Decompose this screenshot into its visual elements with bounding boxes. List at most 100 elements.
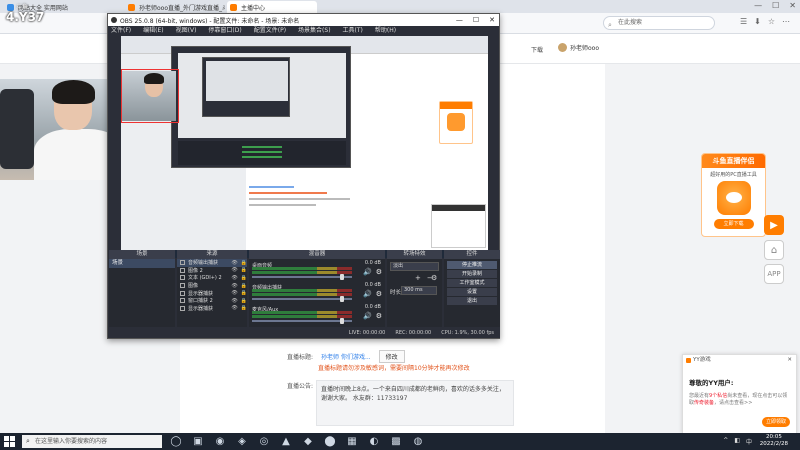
volume-slider-handle[interactable] [340, 296, 344, 302]
eye-icon[interactable]: 👁 [231, 267, 237, 273]
taskbar-app-icon[interactable]: ◈ [236, 436, 248, 447]
close-icon[interactable]: ✕ [787, 355, 792, 366]
taskbar-app-icon[interactable]: ▦ [346, 436, 358, 447]
menu-help[interactable]: 帮助(H) [375, 26, 396, 36]
star-icon[interactable]: ☆ [768, 17, 775, 26]
browser-search-input[interactable]: ⌕ 在此搜索 [603, 16, 715, 30]
maximize-button[interactable]: ☐ [772, 0, 779, 12]
download-link[interactable]: 下载 [531, 45, 543, 54]
close-button[interactable]: ✕ [489, 14, 495, 26]
source-item[interactable]: 图像 👁 🔒 [177, 282, 247, 290]
gear-icon[interactable]: ⚙ [431, 274, 437, 282]
popup-app-name: YY游戏 [693, 357, 711, 363]
menu-docks[interactable]: 停靠窗口(D) [208, 26, 241, 36]
minimize-button[interactable]: — [754, 0, 762, 12]
taskbar-app-icon[interactable]: ▩ [390, 436, 402, 447]
eye-icon[interactable]: 👁 [231, 298, 237, 304]
browser-tab-3[interactable]: 主播中心 [227, 1, 317, 13]
menu-edit[interactable]: 编辑(E) [143, 26, 163, 36]
notice-textarea[interactable]: 直播时间晚上8点。一个来自四川成都的老鲜肉，喜欢的话多多关注，谢谢大家。 水友群… [316, 380, 514, 426]
network-icon[interactable]: ◧ [734, 437, 740, 446]
speaker-icon[interactable]: 🔊 [363, 290, 372, 298]
eye-icon[interactable]: 👁 [231, 290, 237, 296]
lock-icon[interactable]: 🔒 [241, 290, 247, 296]
volume-slider[interactable] [252, 318, 352, 324]
volume-slider-handle[interactable] [340, 318, 344, 324]
mascot-icon [716, 181, 751, 215]
eye-icon[interactable]: 👁 [231, 275, 237, 281]
obs-preview-canvas[interactable] [121, 36, 488, 258]
source-item[interactable]: 音频输出捕获 👁 🔒 [177, 259, 247, 267]
selected-source-outline[interactable] [121, 69, 179, 123]
play-icon[interactable]: ▶ [764, 215, 784, 235]
maximize-button[interactable]: ☐ [473, 14, 479, 26]
stop-streaming-button[interactable]: 停止推流 [447, 261, 497, 269]
lock-icon[interactable]: 🔒 [241, 260, 247, 266]
ad-download-button[interactable]: 立即下载 [713, 219, 754, 229]
taskbar-app-icon[interactable]: ⬤ [324, 436, 336, 447]
source-item[interactable]: 图像 2 👁 🔒 [177, 267, 247, 275]
volume-slider-handle[interactable] [340, 274, 344, 280]
lock-icon[interactable]: 🔒 [241, 275, 247, 281]
taskbar-clock[interactable]: 20:05 2022/2/28 [760, 434, 788, 448]
taskbar-search-input[interactable]: ⌕ 在这里输入你要搜索的内容 [22, 435, 162, 448]
menu-icon[interactable]: ☰ [740, 17, 747, 26]
obs-logo-icon [111, 17, 117, 23]
gear-icon[interactable]: ⚙ [376, 268, 382, 276]
duration-input[interactable]: 300 ms [401, 286, 437, 295]
source-item[interactable]: 窗口捕获 2 👁 🔒 [177, 297, 247, 305]
tray-expand-icon[interactable]: ^ [723, 437, 728, 446]
add-transition-button[interactable]: + [415, 274, 421, 282]
gear-icon[interactable]: ⚙ [376, 290, 382, 298]
source-item[interactable]: 显示器捕获 👁 🔒 [177, 289, 247, 297]
speaker-icon[interactable]: 🔊 [363, 268, 372, 276]
taskbar-app-icon[interactable]: ◍ [412, 436, 424, 447]
taskbar-app-icon[interactable]: ◐ [368, 436, 380, 447]
close-button[interactable]: ✕ [789, 0, 796, 12]
source-type-icon [180, 305, 185, 311]
scene-item[interactable]: 场景 [109, 259, 175, 268]
studio-mode-button[interactable]: 工作室模式 [447, 279, 497, 287]
eye-icon[interactable]: 👁 [231, 305, 237, 311]
browser-tab-bar: 网站大全 实用网站 孙老师ooo直播_外门游戏直播_斗鱼直播 主播中心 — ☐ … [0, 0, 800, 13]
speaker-icon[interactable]: 🔊 [363, 312, 372, 320]
minimize-button[interactable]: — [456, 14, 463, 26]
lock-icon[interactable]: 🔒 [241, 267, 247, 273]
exit-button[interactable]: 退出 [447, 297, 497, 305]
menu-scene-collection[interactable]: 场景集合(S) [298, 26, 331, 36]
transition-select[interactable]: 淡出 [390, 262, 439, 271]
popup-claim-button[interactable]: 立即领取 [762, 417, 790, 427]
menu-view[interactable]: 视图(V) [176, 26, 197, 36]
taskbar-app-icon[interactable]: ◯ [170, 436, 182, 447]
home-icon[interactable]: ⌂ [764, 240, 784, 260]
taskbar-app-icon[interactable]: ◉ [214, 436, 226, 447]
download-icon[interactable]: ⬇ [754, 17, 761, 26]
windows-start-icon[interactable] [4, 436, 15, 447]
taskbar-app-icon[interactable]: ▣ [192, 436, 204, 447]
source-item[interactable]: 显示器捕获 👁 🔒 [177, 305, 247, 313]
eye-icon[interactable]: 👁 [231, 260, 237, 266]
eye-icon[interactable]: 👁 [231, 283, 237, 289]
taskbar-app-icon[interactable]: ◆ [302, 436, 314, 447]
volume-slider[interactable] [252, 296, 352, 302]
start-recording-button[interactable]: 开始录制 [447, 270, 497, 278]
volume-slider[interactable] [252, 274, 352, 280]
source-item[interactable]: 文本 (GDI+) 2 👁 🔒 [177, 274, 247, 282]
lock-icon[interactable]: 🔒 [241, 283, 247, 289]
gear-icon[interactable]: ⚙ [376, 312, 382, 320]
lock-icon[interactable]: 🔒 [241, 305, 247, 311]
menu-file[interactable]: 文件(F) [111, 26, 131, 36]
ime-indicator[interactable]: 中 [746, 437, 752, 446]
settings-button[interactable]: 设置 [447, 288, 497, 296]
user-menu[interactable]: 孙老师ooo [558, 43, 599, 52]
menu-tools[interactable]: 工具(T) [343, 26, 363, 36]
taskbar-app-icon[interactable]: ◎ [258, 436, 270, 447]
menu-profile[interactable]: 配置文件(P) [254, 26, 286, 36]
more-icon[interactable]: ⋯ [782, 17, 790, 26]
lock-icon[interactable]: 🔒 [241, 298, 247, 304]
companion-ad[interactable]: 斗鱼直播伴侣 超好用的PC直播工具 立即下载 [701, 153, 766, 237]
app-icon[interactable]: APP [764, 264, 784, 284]
taskbar-app-icon[interactable]: ▲ [280, 436, 292, 447]
edit-title-button[interactable]: 修改 [378, 350, 405, 363]
browser-tab-2[interactable]: 孙老师ooo直播_外门游戏直播_斗鱼直播 [125, 1, 225, 13]
